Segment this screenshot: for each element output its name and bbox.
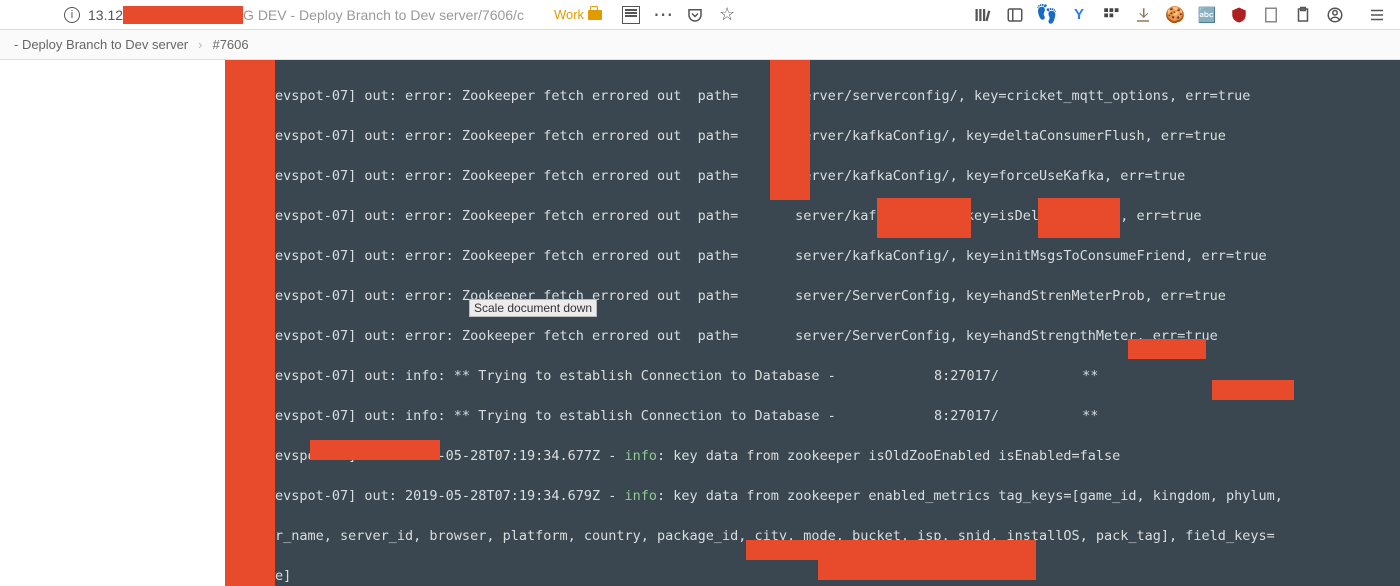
ublock-icon[interactable]: [1230, 6, 1248, 24]
extension-icon-y[interactable]: Y: [1070, 6, 1088, 24]
browser-url-bar: i 13.12 G DEV - Deploy Branch to Dev ser…: [0, 0, 1400, 30]
container-label: Work: [554, 7, 602, 22]
context-text: Work: [554, 7, 584, 22]
download-icon[interactable]: [1134, 6, 1152, 24]
redacted-url-segment: [123, 6, 243, 24]
cookie-icon[interactable]: 🍪: [1166, 6, 1184, 24]
log-line: evspot-07] out: info: ** Trying to estab…: [225, 406, 1400, 426]
log-line: evspot-07] out: error: Zookeeper fetch e…: [225, 246, 1400, 266]
briefcase-icon: [588, 10, 602, 20]
breadcrumb-bar: - Deploy Branch to Dev server › #7606: [0, 30, 1400, 60]
redaction-block: [225, 60, 275, 586]
page-icon[interactable]: [1262, 6, 1280, 24]
log-line: evspot-07] out: error: Zookeeper fetch e…: [225, 126, 1400, 146]
bookmark-star-icon[interactable]: [718, 6, 736, 24]
log-line: evspot-07] out: error: Zookeeper fetch e…: [225, 86, 1400, 106]
site-info-icon[interactable]: i: [64, 7, 80, 23]
reader-mode-icon[interactable]: [622, 6, 640, 24]
log-line: evspot-07] out: error: Zookeeper fetch e…: [225, 206, 1400, 226]
log-line: evspot-07] out: error: Zookeeper fetch e…: [225, 286, 1400, 306]
redaction-block: [310, 440, 440, 460]
clipboard-icon[interactable]: [1294, 6, 1312, 24]
breadcrumb-item[interactable]: - Deploy Branch to Dev server: [4, 37, 198, 52]
redaction-block: [818, 560, 1036, 580]
redaction-block: [1128, 339, 1206, 359]
url-area[interactable]: i 13.12 G DEV - Deploy Branch to Dev ser…: [64, 6, 524, 24]
scale-tooltip: Scale document down: [469, 299, 597, 317]
sidebar-icon[interactable]: [1006, 6, 1024, 24]
redaction-block: [877, 198, 971, 238]
log-line: evspot-07] out: 2019-05-28T07:19:34.679Z…: [225, 486, 1400, 506]
translate-icon[interactable]: 🔤: [1198, 6, 1216, 24]
redaction-block: [1038, 198, 1120, 238]
build-log-console[interactable]: evspot-07] out: error: Zookeeper fetch e…: [225, 60, 1400, 586]
redaction-block: [746, 540, 1036, 560]
toolbar-extensions: 👣 Y 🍪 🔤: [974, 6, 1396, 24]
urlbar-actions: [622, 6, 736, 24]
hamburger-menu-icon[interactable]: [1368, 6, 1386, 24]
breadcrumb-item[interactable]: #7606: [202, 37, 258, 52]
url-prefix: 13.12: [88, 7, 123, 23]
log-line: evspot-07] out: error: Zookeeper fetch e…: [225, 166, 1400, 186]
account-icon[interactable]: [1326, 6, 1344, 24]
apps-grid-icon[interactable]: [1102, 6, 1120, 24]
log-line: evspot-07] out: error: Zookeeper fetch e…: [225, 326, 1400, 346]
redaction-block: [770, 60, 810, 200]
library-icon[interactable]: [974, 6, 992, 24]
log-line: e]: [225, 566, 1400, 586]
page-actions-icon[interactable]: [654, 6, 672, 24]
pocket-icon[interactable]: [686, 6, 704, 24]
redaction-block: [1212, 380, 1294, 400]
gnome-foot-icon[interactable]: 👣: [1038, 6, 1056, 24]
url-trail: G DEV - Deploy Branch to Dev server/7606…: [243, 7, 524, 23]
